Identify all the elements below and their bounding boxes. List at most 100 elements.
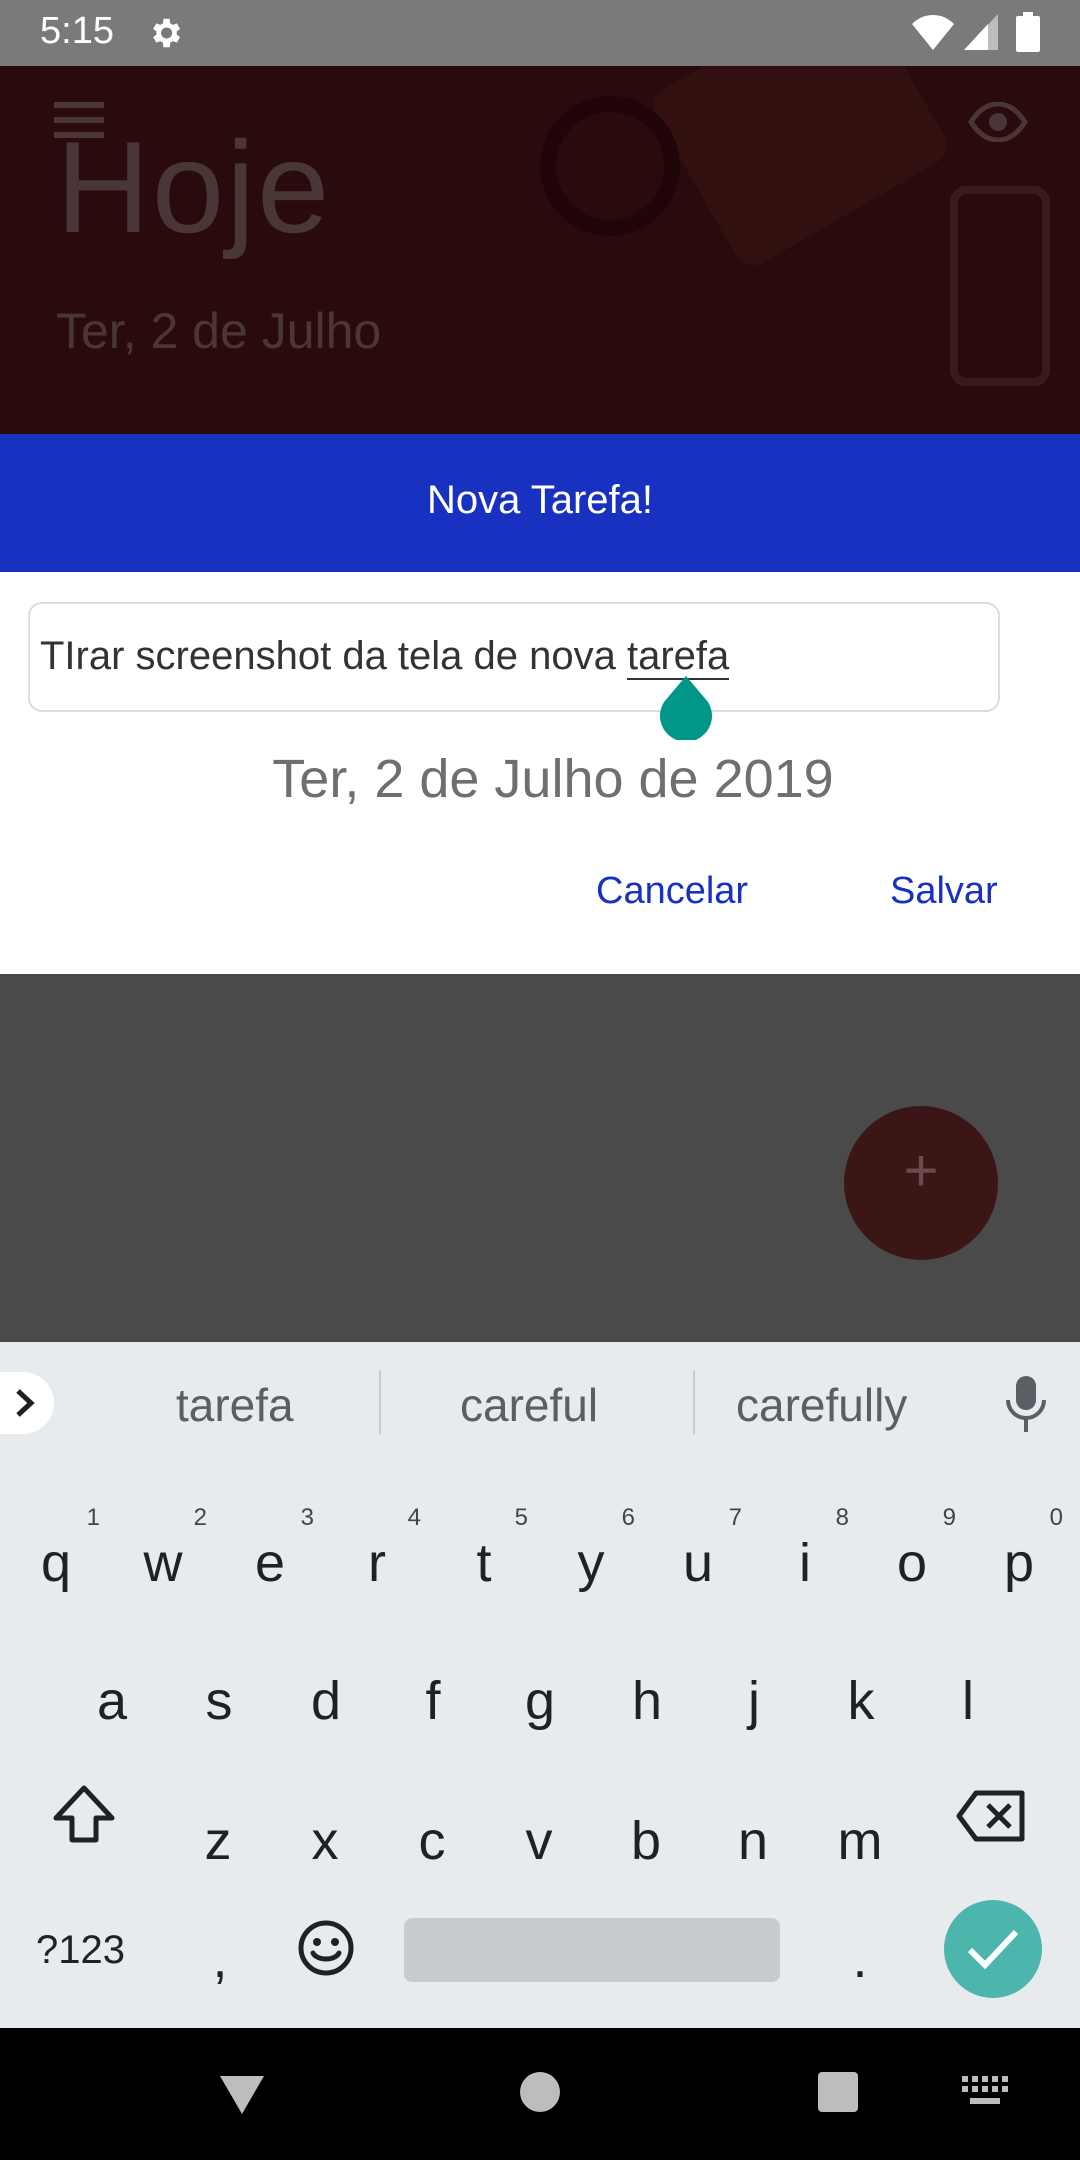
- period-key[interactable]: .: [810, 1892, 910, 2012]
- background-decoration: [540, 96, 680, 236]
- symbols-key[interactable]: ?123: [36, 1928, 125, 1973]
- key-f[interactable]: f: [383, 1634, 483, 1754]
- suggestion-1[interactable]: tarefa: [176, 1378, 294, 1432]
- key-label: g: [524, 1671, 556, 1731]
- keyboard-suggestion-bar: tarefa careful carefully: [0, 1342, 1080, 1464]
- status-time: 5:15: [40, 10, 114, 52]
- enter-key[interactable]: [944, 1900, 1042, 1998]
- key-b[interactable]: b: [596, 1774, 696, 1894]
- key-hint: 5: [514, 1504, 528, 1531]
- save-button[interactable]: Salvar: [890, 870, 998, 913]
- key-hint: 9: [942, 1504, 956, 1531]
- key-z[interactable]: z: [168, 1774, 268, 1894]
- suggestion-3[interactable]: carefully: [736, 1378, 907, 1432]
- key-label: v: [525, 1811, 553, 1871]
- key-label: y: [577, 1533, 605, 1593]
- screen: 5:15 Hoje Ter, 2 de Julho Nova Tarefa! T…: [0, 0, 1080, 2160]
- shift-icon[interactable]: [52, 1784, 116, 1844]
- app-header: Hoje Ter, 2 de Julho: [0, 66, 1080, 434]
- wifi-icon: [912, 15, 954, 50]
- key-x[interactable]: x: [275, 1774, 375, 1894]
- key-label: k: [847, 1671, 875, 1731]
- key-e[interactable]: 3e: [220, 1496, 320, 1616]
- key-label: t: [476, 1533, 492, 1593]
- key-j[interactable]: j: [704, 1634, 804, 1754]
- comma-key[interactable]: ,: [170, 1892, 270, 2012]
- key-hint: 3: [300, 1504, 314, 1531]
- key-n[interactable]: n: [703, 1774, 803, 1894]
- recent-apps-icon[interactable]: [818, 2072, 858, 2112]
- key-l[interactable]: l: [918, 1634, 1018, 1754]
- key-k[interactable]: k: [811, 1634, 911, 1754]
- key-label: q: [40, 1533, 72, 1593]
- emoji-icon[interactable]: [298, 1920, 354, 1976]
- status-bar: 5:15: [0, 0, 1080, 66]
- page-title: Hoje: [56, 114, 332, 260]
- key-label: r: [368, 1533, 386, 1593]
- key-r[interactable]: 4r: [327, 1496, 427, 1616]
- key-m[interactable]: m: [810, 1774, 910, 1894]
- key-label: n: [737, 1811, 769, 1871]
- key-label: f: [425, 1671, 441, 1731]
- task-date[interactable]: Ter, 2 de Julho de 2019: [0, 748, 1080, 810]
- key-hint: 1: [86, 1504, 100, 1531]
- keyboard-switch-icon[interactable]: [962, 2076, 1008, 2106]
- key-hint: 0: [1049, 1504, 1063, 1531]
- key-g[interactable]: g: [490, 1634, 590, 1754]
- key-label: c: [418, 1811, 446, 1871]
- key-label: b: [630, 1811, 662, 1871]
- key-i[interactable]: 8i: [755, 1496, 855, 1616]
- key-s[interactable]: s: [169, 1634, 269, 1754]
- home-icon[interactable]: [520, 2072, 560, 2112]
- key-label: u: [682, 1533, 714, 1593]
- key-label: l: [962, 1671, 974, 1731]
- key-o[interactable]: 9o: [862, 1496, 962, 1616]
- cancel-button[interactable]: Cancelar: [596, 870, 748, 913]
- microphone-icon[interactable]: [1004, 1376, 1048, 1432]
- key-t[interactable]: 5t: [434, 1496, 534, 1616]
- key-label: o: [896, 1533, 928, 1593]
- dialog-header: Nova Tarefa!: [0, 434, 1080, 572]
- eye-icon[interactable]: [968, 102, 1028, 142]
- key-label: x: [311, 1811, 339, 1871]
- key-label: m: [837, 1811, 883, 1871]
- suggestion-divider: [693, 1370, 695, 1434]
- key-label: i: [799, 1533, 811, 1593]
- battery-icon: [1016, 12, 1040, 52]
- comma-key-label: ,: [212, 1929, 228, 1989]
- key-a[interactable]: a: [62, 1634, 162, 1754]
- check-icon: [967, 1929, 1019, 1970]
- key-v[interactable]: v: [489, 1774, 589, 1894]
- plus-icon: +: [903, 1137, 939, 1204]
- back-icon[interactable]: [218, 2074, 266, 2116]
- key-u[interactable]: 7u: [648, 1496, 748, 1616]
- add-task-button[interactable]: +: [844, 1106, 998, 1260]
- background-decoration: [646, 66, 954, 273]
- key-hint: 7: [728, 1504, 742, 1531]
- text-cursor-handle[interactable]: [658, 676, 714, 740]
- key-p[interactable]: 0p: [969, 1496, 1069, 1616]
- dialog-title: Nova Tarefa!: [426, 478, 654, 522]
- backspace-icon[interactable]: [956, 1790, 1026, 1842]
- key-label: d: [310, 1671, 342, 1731]
- page-date: Ter, 2 de Julho: [56, 303, 382, 359]
- keyboard: ?123 , . 1q2w3e4r5t6y7u8i9o0pasdfghjklzx…: [0, 1464, 1080, 2028]
- space-key[interactable]: [404, 1918, 780, 1982]
- key-label: h: [631, 1671, 663, 1731]
- key-y[interactable]: 6y: [541, 1496, 641, 1616]
- key-label: a: [96, 1671, 128, 1731]
- key-hint: 8: [835, 1504, 849, 1531]
- task-input[interactable]: TIrar screenshot da tela de nova tarefa: [28, 602, 1000, 712]
- task-input-text: TIrar screenshot da tela de nova: [40, 634, 627, 678]
- period-key-label: .: [852, 1929, 868, 1989]
- key-h[interactable]: h: [597, 1634, 697, 1754]
- cellular-signal-icon: [964, 14, 998, 50]
- suggestion-2[interactable]: careful: [460, 1378, 598, 1432]
- key-q[interactable]: 1q: [6, 1496, 106, 1616]
- key-d[interactable]: d: [276, 1634, 376, 1754]
- key-label: s: [205, 1671, 233, 1731]
- key-w[interactable]: 2w: [113, 1496, 213, 1616]
- key-c[interactable]: c: [382, 1774, 482, 1894]
- system-nav-bar: [0, 2028, 1080, 2160]
- expand-toolbar-button[interactable]: [0, 1372, 54, 1434]
